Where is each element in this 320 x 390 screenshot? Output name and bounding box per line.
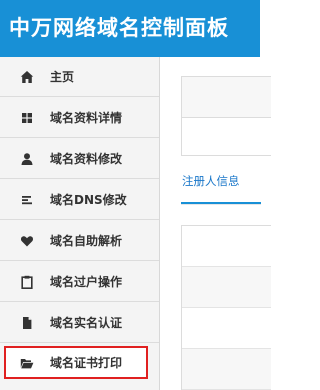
sidebar-item-dns-edit[interactable]: 域名DNS修改 — [0, 180, 159, 220]
sidebar-item-certificate-print[interactable]: 域名证书打印 — [4, 346, 148, 379]
sidebar-item-domain-details[interactable]: 域名资料详情 — [0, 98, 159, 138]
sidebar-item-home[interactable]: 主页 — [0, 57, 159, 97]
folder-open-icon — [20, 356, 34, 370]
heart-icon — [20, 234, 34, 248]
tab-divider — [181, 204, 261, 205]
sidebar-item-realname[interactable]: 域名实名认证 — [0, 303, 159, 343]
home-icon — [20, 70, 34, 84]
document-icon — [20, 316, 34, 330]
main-content: 注册人信息 — [160, 57, 271, 390]
table-row — [182, 308, 271, 349]
sidebar-item-label: 域名实名认证 — [50, 316, 123, 330]
tab-registrant-info[interactable]: 注册人信息 — [182, 173, 262, 203]
sidebar-item-self-resolve[interactable]: 域名自助解析 — [0, 221, 159, 261]
registrant-table — [181, 225, 271, 390]
grid-icon — [20, 111, 34, 125]
table-row — [182, 349, 271, 390]
info-panel — [181, 76, 271, 156]
sidebar-item-domain-edit[interactable]: 域名资料修改 — [0, 139, 159, 179]
top-header: 中万网络域名控制面板 — [0, 0, 260, 57]
sidebar-item-label: 域名过户操作 — [50, 275, 123, 289]
table-row — [182, 226, 271, 267]
sidebar-item-label: 域名资料修改 — [50, 152, 123, 166]
sidebar-item-label: 域名DNS修改 — [50, 193, 127, 207]
table-row — [182, 267, 271, 308]
sidebar-item-transfer[interactable]: 域名过户操作 — [0, 262, 159, 302]
list-icon — [20, 193, 34, 207]
user-icon — [20, 152, 34, 166]
sidebar-item-label: 域名资料详情 — [50, 111, 123, 125]
sidebar-item-label: 域名证书打印 — [50, 356, 123, 370]
page-title: 中万网络域名控制面板 — [9, 16, 229, 40]
sidebar: 主页 域名资料详情 域名资料修改 域名DNS修改 域名自助解析 域名过户操作 域… — [0, 57, 160, 390]
clipboard-icon — [20, 275, 34, 289]
sidebar-item-label: 域名自助解析 — [50, 234, 123, 248]
sidebar-item-label: 主页 — [50, 70, 75, 84]
panel-header — [182, 77, 271, 118]
